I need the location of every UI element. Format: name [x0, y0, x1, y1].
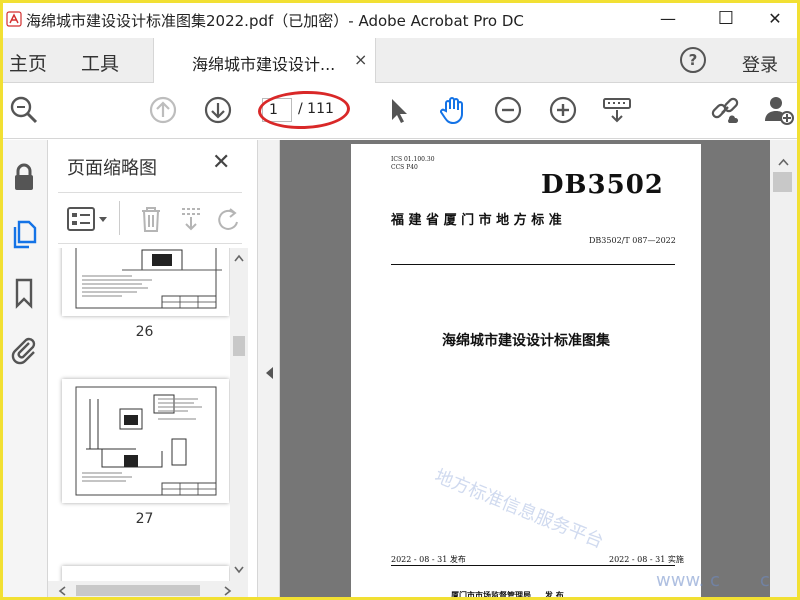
tab-bar: 主页 工具 海绵城市建设设计... × ? 登录: [0, 38, 800, 83]
standard-type: 福 建 省 厦 门 市 地 方 标 准: [391, 213, 562, 228]
drawing-preview: [75, 248, 222, 309]
menu-home[interactable]: 主页: [9, 49, 47, 76]
thumbnail-vertical-scrollbar[interactable]: [230, 248, 248, 582]
help-icon[interactable]: ?: [680, 47, 706, 73]
window-title: 海绵城市建设设计标准图集2022.pdf（已加密）- Adobe Acrobat…: [26, 12, 524, 30]
panel-title: 页面缩略图: [67, 158, 157, 179]
pdf-page: ICS 01.100.30 CCS P40 DB3502 福 建 省 厦 门 市…: [351, 144, 701, 600]
thumbnail-page-27[interactable]: [62, 379, 229, 503]
lock-icon[interactable]: [7, 160, 41, 194]
panel-toolbar: [58, 192, 242, 244]
maximize-icon: ☐: [717, 7, 735, 29]
bookmark-icon[interactable]: [7, 276, 41, 310]
header-rule: [391, 264, 675, 265]
document-title: 海绵城市建设设计标准图集: [442, 333, 610, 349]
toolbar: 1 / 111: [0, 83, 800, 139]
minimize-button[interactable]: —: [645, 4, 691, 32]
scroll-thumb[interactable]: [233, 336, 245, 356]
thumbnail-options-icon[interactable]: [66, 205, 112, 233]
ics-code: ICS 01.100.30: [391, 156, 435, 163]
rotate-icon[interactable]: [216, 205, 242, 233]
acrobat-icon: [6, 11, 22, 27]
panel-close-icon[interactable]: ✕: [212, 150, 230, 175]
close-window-button[interactable]: ✕: [752, 4, 798, 32]
doc-scroll-up-icon[interactable]: [778, 158, 789, 166]
scroll-left-icon[interactable]: [58, 586, 66, 596]
standard-code: DB3502: [541, 170, 664, 200]
login-button[interactable]: 登录: [742, 51, 778, 77]
watermark: 地方标准信息服务平台: [431, 465, 607, 553]
zoom-out-icon[interactable]: [491, 93, 525, 127]
document-tab-label: 海绵城市建设设计...: [192, 55, 336, 74]
keyboard-tool-icon[interactable]: [600, 93, 634, 127]
document-scrollbar[interactable]: [770, 140, 797, 600]
thumbnail-horizontal-scrollbar[interactable]: [48, 581, 248, 600]
thumbnail-page-28[interactable]: [62, 566, 229, 582]
close-icon: ✕: [768, 8, 782, 28]
document-viewer[interactable]: ICS 01.100.30 CCS P40 DB3502 福 建 省 厦 门 市…: [280, 140, 770, 600]
doc-scroll-thumb[interactable]: [773, 172, 792, 192]
previous-page-icon[interactable]: [146, 93, 180, 127]
footer-rule: [391, 565, 675, 566]
toolbar-divider: [119, 201, 120, 235]
scroll-up-icon[interactable]: [234, 254, 244, 262]
zoom-in-icon[interactable]: [546, 93, 580, 127]
share-link-icon[interactable]: [708, 93, 742, 127]
annotation-ellipse: [257, 89, 351, 131]
hscroll-thumb[interactable]: [76, 585, 200, 596]
scroll-down-icon[interactable]: [234, 566, 244, 574]
panel-collapse-strip[interactable]: [258, 140, 280, 600]
thumbnails-panel: 页面缩略图 ✕ 26 27: [48, 140, 258, 600]
extract-icon[interactable]: [178, 205, 204, 233]
next-page-icon[interactable]: [201, 93, 235, 127]
add-user-icon[interactable]: [762, 93, 796, 127]
document-tab[interactable]: 海绵城市建设设计... ×: [153, 38, 376, 83]
thumbnail-label-27: 27: [135, 511, 154, 527]
drawing-preview: [75, 386, 217, 496]
thumbnail-page-26[interactable]: [62, 248, 229, 316]
title-bar: 海绵城市建设设计标准图集2022.pdf（已加密）- Adobe Acrobat…: [0, 0, 800, 38]
zoom-search-icon[interactable]: [7, 93, 41, 127]
menu-tools[interactable]: 工具: [81, 49, 119, 76]
tab-close-icon[interactable]: ×: [354, 50, 367, 69]
ccs-code: CCS P40: [391, 164, 418, 171]
maximize-button[interactable]: ☐: [703, 4, 749, 32]
select-cursor-icon[interactable]: [381, 93, 415, 127]
minimize-icon: —: [660, 8, 676, 28]
scroll-right-icon[interactable]: [224, 586, 232, 596]
collapse-panel-icon[interactable]: [264, 366, 274, 380]
standard-number: DB3502/T 087—2022: [589, 236, 676, 245]
thumbnail-list: 26 27: [48, 248, 241, 582]
thumbnail-label-26: 26: [135, 324, 154, 340]
attachment-icon[interactable]: [7, 333, 41, 367]
publish-date: 2022 - 08 - 31 发布: [391, 555, 466, 564]
delete-icon[interactable]: [138, 205, 164, 233]
left-rail: [0, 140, 48, 600]
effective-date: 2022 - 08 - 31 实施: [609, 555, 684, 564]
hand-tool-icon[interactable]: [436, 93, 470, 127]
publisher: 厦门市市场监督管理局 发 布: [451, 591, 564, 600]
pages-icon[interactable]: [7, 217, 41, 251]
watermark-url: www. c com: [656, 570, 770, 591]
